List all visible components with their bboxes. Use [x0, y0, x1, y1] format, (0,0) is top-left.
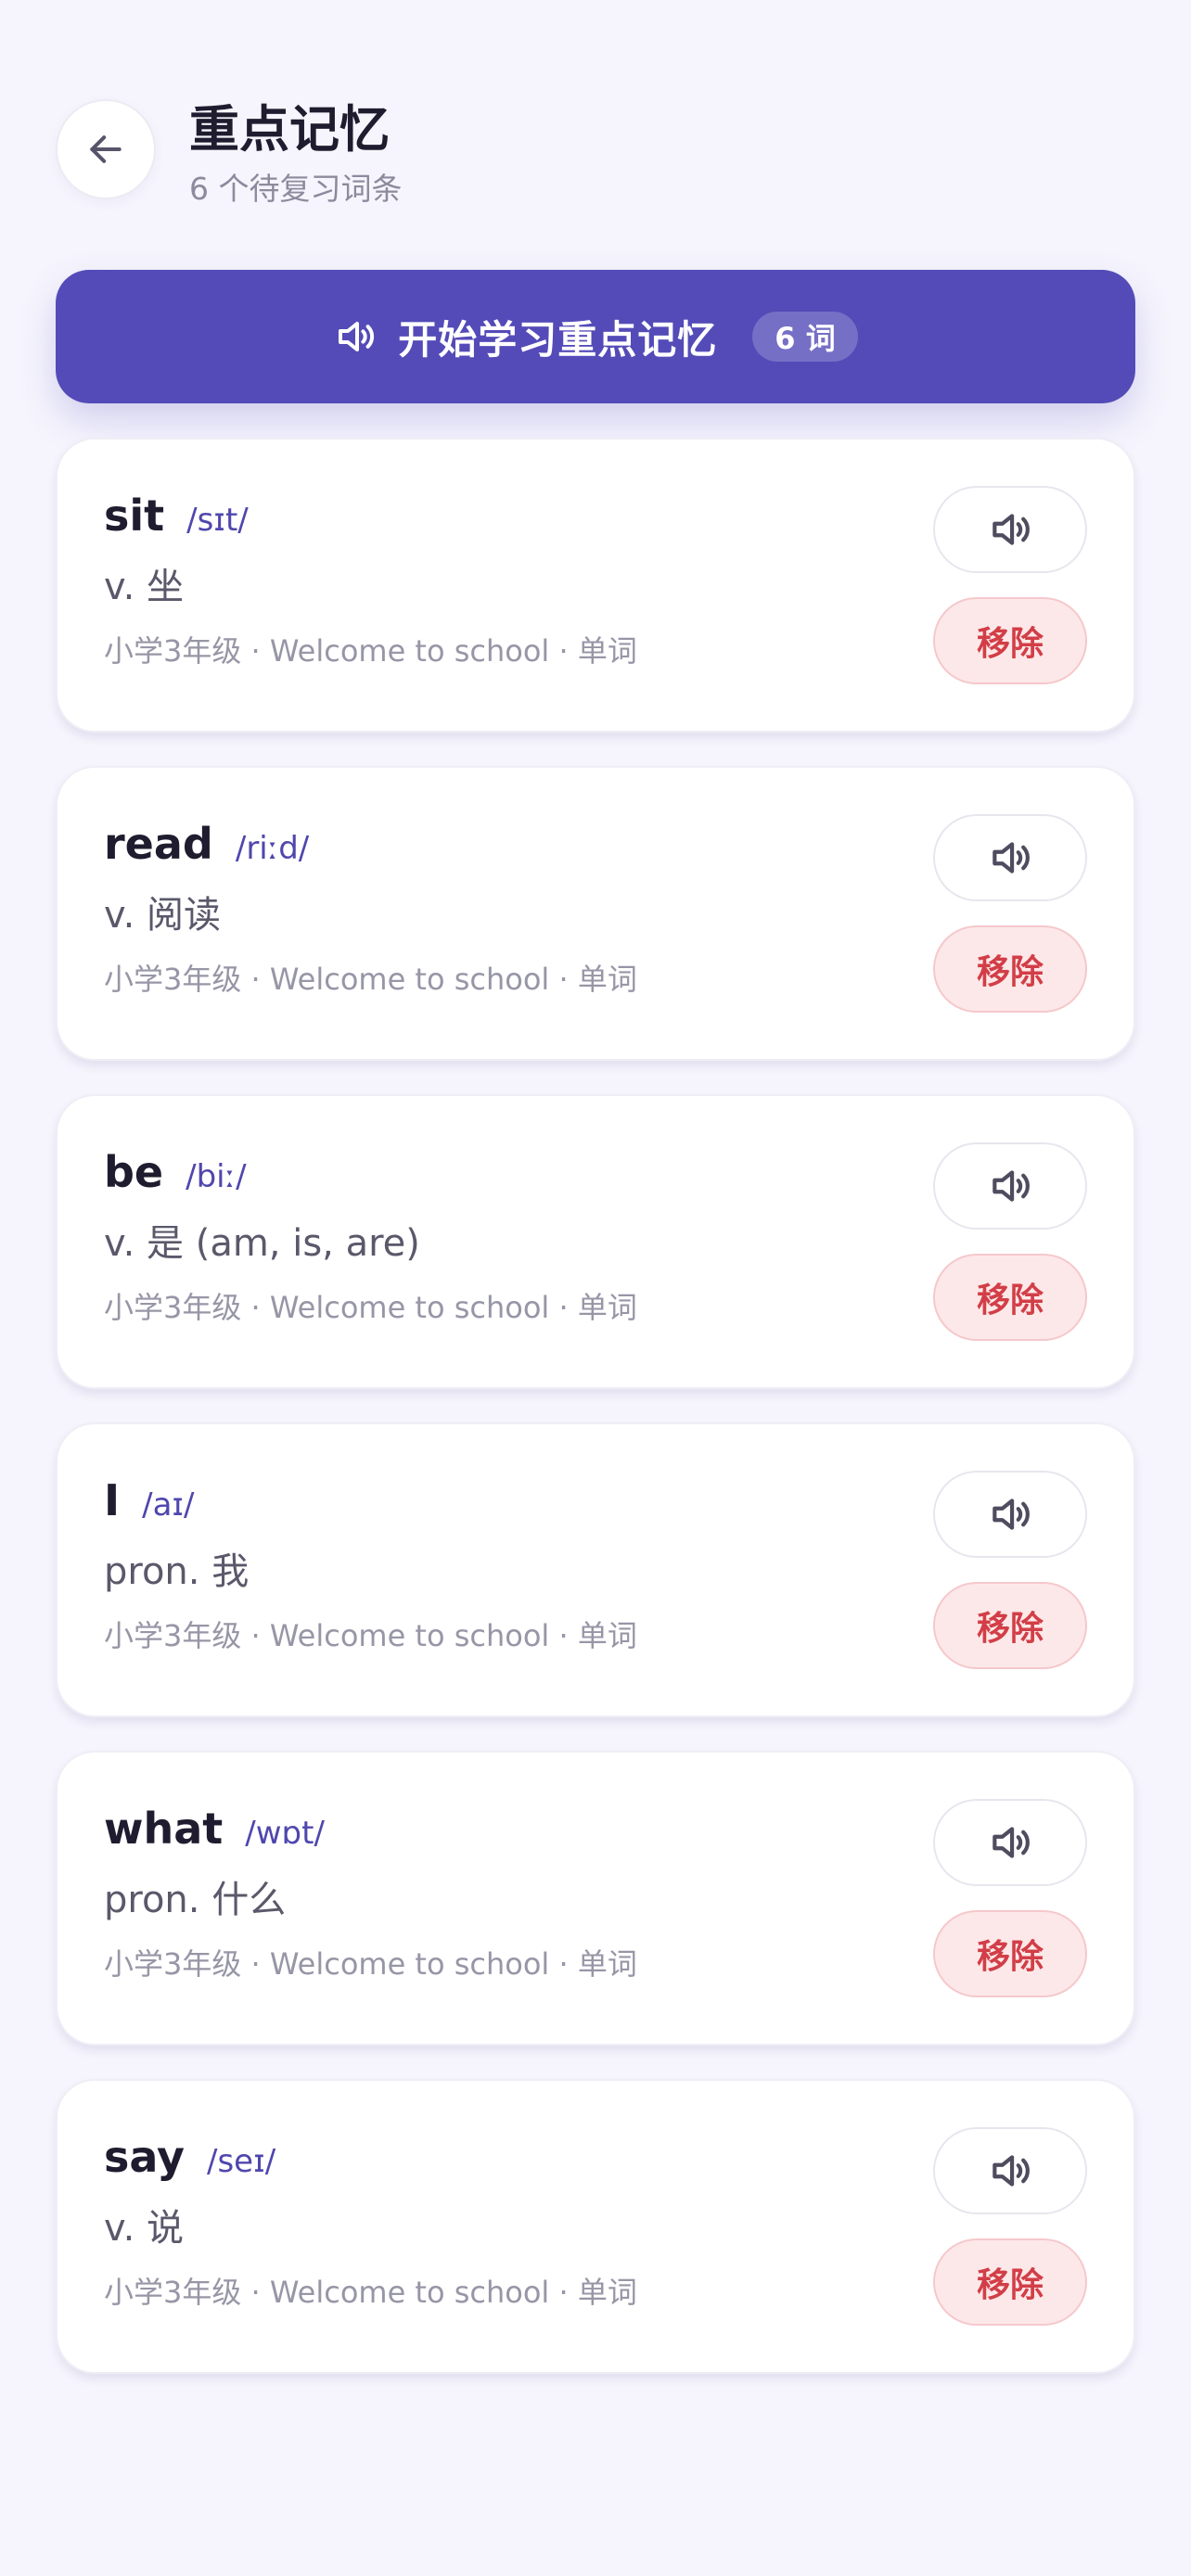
word-line: say /seɪ/: [104, 2131, 275, 2187]
meaning-text: pron. 什么: [104, 1879, 287, 1921]
speaker-icon: [992, 1170, 1030, 1202]
back-button[interactable]: [56, 99, 156, 199]
page-subtitle: 6 个待复习词条: [189, 171, 403, 207]
play-audio-button[interactable]: [933, 1799, 1087, 1886]
remove-button[interactable]: 移除: [933, 925, 1087, 1013]
word-line: what /wɒt/: [104, 1803, 325, 1859]
source-meta: 小学3年级 · Welcome to school · 单词: [104, 1946, 637, 1982]
play-audio-button[interactable]: [933, 1471, 1087, 1558]
source-meta: 小学3年级 · Welcome to school · 单词: [104, 1290, 637, 1325]
remove-button[interactable]: 移除: [933, 1254, 1087, 1341]
start-study-button[interactable]: 开始学习重点记忆 6 词: [56, 270, 1135, 403]
word-card: what /wɒt/ pron. 什么 小学3年级 · Welcome to s…: [56, 1751, 1135, 2046]
word-line: I /aɪ/: [104, 1474, 195, 1531]
meaning-text: v. 说: [104, 2207, 184, 2250]
word-line: read /riːd/: [104, 818, 309, 874]
word-line: be /biː/: [104, 1146, 247, 1203]
phonetic-text: /sɪt/: [186, 502, 249, 539]
play-audio-button[interactable]: [933, 1142, 1087, 1230]
word-text: say: [104, 2132, 185, 2182]
page-title: 重点记忆: [189, 100, 390, 159]
remove-button[interactable]: 移除: [933, 2238, 1087, 2326]
word-text: read: [104, 819, 213, 869]
phonetic-text: /seɪ/: [207, 2143, 276, 2180]
speaker-icon: [992, 514, 1030, 545]
meaning-text: v. 是 (am, is, are): [104, 1222, 420, 1265]
arrow-left-icon: [90, 135, 122, 163]
source-meta: 小学3年级 · Welcome to school · 单词: [104, 1618, 637, 1653]
word-line: sit /sɪt/: [104, 490, 249, 546]
word-text: be: [104, 1147, 164, 1197]
word-text: what: [104, 1804, 224, 1854]
start-study-label: 开始学习重点记忆: [398, 316, 718, 363]
play-audio-button[interactable]: [933, 814, 1087, 901]
page: 重点记忆 6 个待复习词条 开始学习重点记忆 6 词 sit /sɪt/ v. …: [0, 0, 1191, 2576]
speaker-icon: [992, 1827, 1030, 1858]
phonetic-text: /biː/: [186, 1158, 247, 1195]
word-card: sit /sɪt/ v. 坐 小学3年级 · Welcome to school…: [56, 438, 1135, 733]
source-meta: 小学3年级 · Welcome to school · 单词: [104, 633, 637, 669]
speaker-icon: [333, 314, 378, 359]
speaker-icon: [992, 842, 1030, 874]
word-text: sit: [104, 491, 165, 541]
remove-button[interactable]: 移除: [933, 1910, 1087, 1997]
remove-button[interactable]: 移除: [933, 1582, 1087, 1669]
meaning-text: v. 坐: [104, 566, 184, 608]
phonetic-text: /wɒt/: [245, 1815, 325, 1852]
meaning-text: v. 阅读: [104, 894, 221, 937]
play-audio-button[interactable]: [933, 2127, 1087, 2214]
play-audio-button[interactable]: [933, 486, 1087, 573]
speaker-icon: [992, 1498, 1030, 1530]
word-card: read /riːd/ v. 阅读 小学3年级 · Welcome to sch…: [56, 766, 1135, 1061]
word-text: I: [104, 1475, 121, 1525]
word-card: say /seɪ/ v. 说 小学3年级 · Welcome to school…: [56, 2079, 1135, 2374]
word-count-badge: 6 词: [752, 312, 858, 362]
phonetic-text: /aɪ/: [142, 1486, 195, 1524]
meaning-text: pron. 我: [104, 1550, 250, 1593]
header: 重点记忆 6 个待复习词条: [0, 0, 1191, 249]
source-meta: 小学3年级 · Welcome to school · 单词: [104, 2275, 637, 2310]
word-card: I /aɪ/ pron. 我 小学3年级 · Welcome to school…: [56, 1422, 1135, 1717]
source-meta: 小学3年级 · Welcome to school · 单词: [104, 962, 637, 997]
speaker-icon: [992, 2155, 1030, 2187]
word-card: be /biː/ v. 是 (am, is, are) 小学3年级 · Welc…: [56, 1094, 1135, 1389]
phonetic-text: /riːd/: [235, 830, 310, 867]
remove-button[interactable]: 移除: [933, 597, 1087, 684]
